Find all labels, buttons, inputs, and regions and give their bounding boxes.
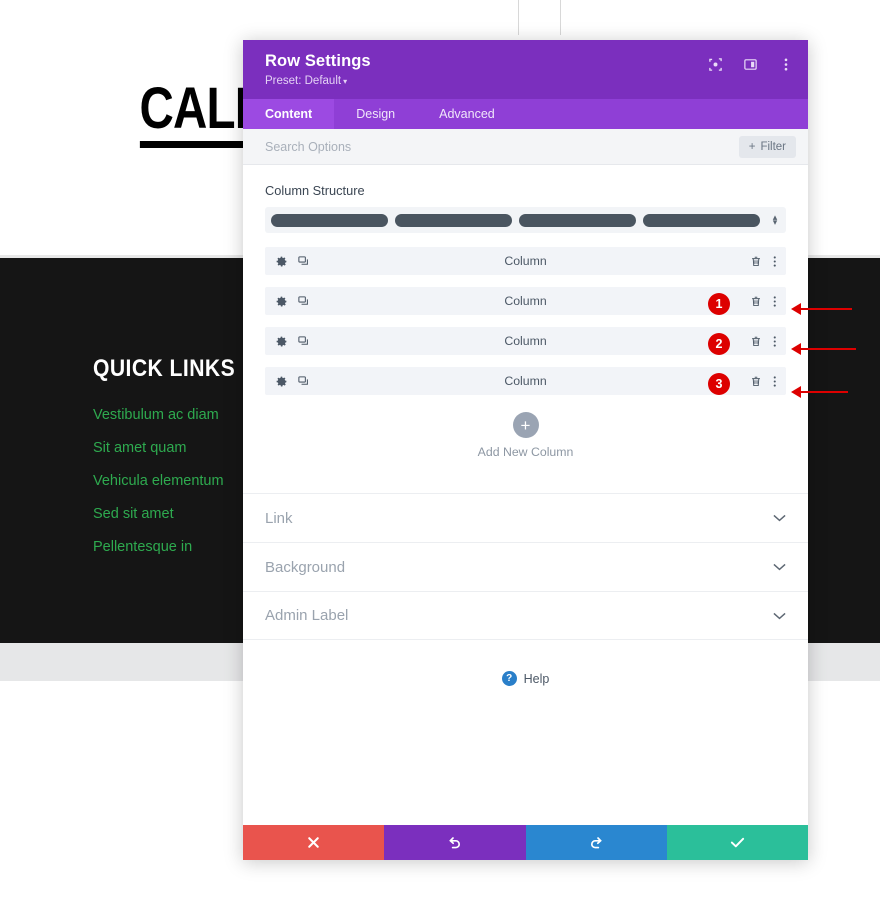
row-right-icons [750,335,777,348]
table-row[interactable]: Column 2 [265,327,786,355]
modal-action-bar [243,825,808,860]
annotation-arrow-2 [791,343,856,355]
stepper-icon[interactable]: ▴ ▾ [770,213,780,227]
gear-icon[interactable] [275,335,288,348]
trash-icon[interactable] [750,335,762,348]
duplicate-icon[interactable] [297,375,310,388]
row-left-icons [275,375,310,388]
duplicate-icon[interactable] [297,295,310,308]
help-link[interactable]: ? Help [243,640,808,686]
save-button[interactable] [666,825,808,860]
annotation-arrow-3 [791,386,848,398]
page-column-divider-2 [560,0,561,35]
annotation-badge-1: 1 [708,293,730,315]
trash-icon[interactable] [750,295,762,308]
column-structure-label: Column Structure [265,183,365,198]
toggle-sections: Link Background Admin Label [243,493,808,640]
search-input[interactable] [265,139,739,154]
section-background-label: Background [265,558,346,576]
gear-icon[interactable] [275,375,288,388]
duplicate-icon[interactable] [297,335,310,348]
table-row[interactable]: Column 1 [265,287,786,315]
kebab-menu-icon[interactable] [773,375,777,388]
filter-button-label: Filter [760,140,786,153]
page-column-divider [518,0,519,35]
column-list: Column Column 1 Column 2 Column 3 + Add … [243,233,808,459]
chevron-down-icon: ▾ [343,76,348,86]
kebab-menu-icon[interactable] [773,335,777,348]
column-label: Column [504,254,547,268]
tab-advanced[interactable]: Advanced [417,99,517,129]
section-admin-label[interactable]: Admin Label [243,591,808,640]
kebab-menu-icon[interactable] [777,56,794,73]
help-icon: ? [501,671,517,686]
column-structure-bar [271,213,388,227]
annotation-badge-3: 3 [708,373,730,395]
annotation-arrow-1 [791,303,852,315]
add-new-column-button[interactable]: + Add New Column [265,407,786,459]
column-structure-preview [271,213,770,227]
table-row[interactable]: Column 3 [265,367,786,395]
modal-tabs: Content Design Advanced [243,99,808,129]
table-row[interactable]: Column [265,247,786,275]
help-label: Help [523,671,550,686]
modal-preset[interactable]: Preset: Default ▾ [265,75,788,87]
section-link-label: Link [265,509,293,527]
section-background[interactable]: Background [243,542,808,591]
cancel-button[interactable] [243,825,385,860]
section-link[interactable]: Link [243,493,808,542]
duplicate-icon[interactable] [297,255,310,268]
column-structure-section: Column Structure ▴ ▾ [243,165,808,233]
modal-body: Column Structure ▴ ▾ Column Column 1 Col… [243,165,808,825]
column-structure-bar [643,213,760,227]
row-left-icons [275,335,310,348]
row-left-icons [275,255,310,268]
column-structure-bar [395,213,512,227]
add-new-column-label: Add New Column [477,445,574,459]
trash-icon[interactable] [750,255,762,268]
column-structure-selector[interactable]: ▴ ▾ [265,207,786,233]
row-settings-modal: Row Settings Preset: Default ▾ Content D… [243,40,808,860]
tab-content[interactable]: Content [243,99,335,129]
tab-design[interactable]: Design [334,99,417,129]
panel-layout-icon[interactable] [742,56,759,73]
plus-icon: + [748,140,756,153]
column-structure-bar [519,213,636,227]
row-left-icons [275,295,310,308]
kebab-menu-icon[interactable] [773,295,777,308]
search-row: + Filter [243,129,808,165]
section-admin-label-label: Admin Label [265,607,349,624]
chevron-down-icon [773,509,786,527]
chevron-down-icon [773,558,786,576]
gear-icon[interactable] [275,255,288,268]
plus-icon: + [512,412,539,438]
trash-icon[interactable] [750,375,762,388]
filter-button[interactable]: + Filter [738,135,796,158]
row-right-icons [750,295,777,308]
annotation-badge-2: 2 [708,333,730,355]
undo-button[interactable] [384,825,526,860]
redo-button[interactable] [525,825,667,860]
modal-preset-label: Preset: Default [265,74,342,87]
kebab-menu-icon[interactable] [773,255,777,268]
gear-icon[interactable] [275,295,288,308]
modal-header: Row Settings Preset: Default ▾ [243,40,808,99]
modal-header-icons [707,56,794,73]
chevron-down-icon: ▾ [772,217,778,227]
row-right-icons [750,255,777,268]
chevron-down-icon [773,607,786,625]
row-right-icons [750,375,777,388]
focus-target-icon[interactable] [707,56,724,73]
